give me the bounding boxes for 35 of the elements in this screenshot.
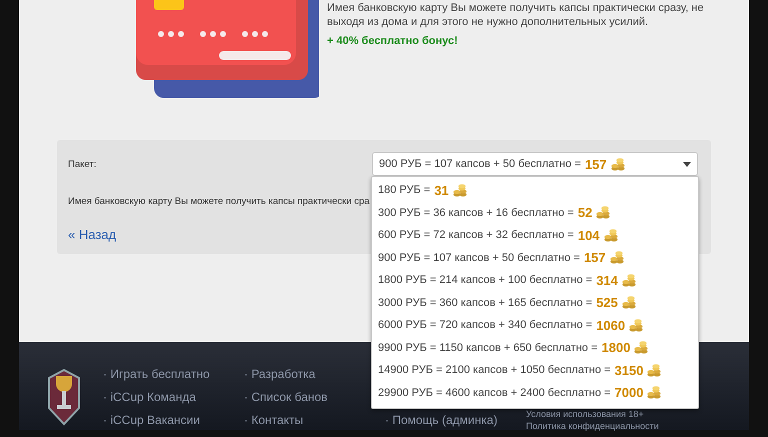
package-option[interactable]: 29900 РУБ = 4600 капсов + 2400 бесплатно = 7000 [372, 382, 698, 404]
legal-link[interactable]: Политика конфиденциальности [526, 421, 659, 431]
footer-link[interactable]: · Контакты [244, 412, 385, 428]
coins-icon [622, 274, 636, 287]
package-option[interactable]: 900 РУБ = 107 капсов + 50 бесплатно = 157 [372, 246, 698, 269]
coins-icon [610, 251, 624, 264]
coins-icon [596, 206, 610, 220]
coins-icon [629, 318, 644, 332]
package-option[interactable]: 180 РУБ = 31 [372, 179, 698, 202]
package-select[interactable]: 900 РУБ = 107 капсов + 50 бесплатно = 157 [372, 152, 698, 176]
caret-icon [683, 162, 691, 166]
footer-link[interactable]: · iCCup Команда [103, 389, 244, 405]
coins-icon [634, 341, 648, 354]
coins-icon [452, 184, 467, 197]
coins-icon [610, 158, 625, 170]
package-option[interactable]: 9900 РУБ = 1150 капсов + 650 бесплатно = 1800 [372, 336, 698, 359]
back-link[interactable]: « Назад [68, 227, 116, 242]
package-label: Пакет: [68, 158, 98, 170]
legal-link[interactable]: Условия использования 18+ [526, 409, 659, 419]
payment-note: Имея банковскую карту Вы можете получить капсы практически сра [68, 196, 371, 207]
package-option[interactable]: 3000 РУБ = 360 капсов + 165 бесплатно = 525 [372, 292, 698, 314]
bonus-text: + 40% бесплатно бонус! [327, 35, 459, 47]
package-option[interactable]: 6000 РУБ = 720 капсов + 340 бесплатно = 1060 [372, 314, 698, 336]
coins-icon [647, 386, 662, 400]
coins-icon [622, 296, 636, 310]
footer-link[interactable]: · Помощь (админка) [385, 412, 526, 428]
coins-icon [647, 364, 662, 377]
package-option[interactable]: 1800 РУБ = 214 капсов + 100 бесплатно = 314 [372, 269, 698, 292]
footer-link[interactable]: · iCCup Вакансии [103, 412, 244, 428]
package-option[interactable]: 600 РУБ = 72 капсов + 32 бесплатно = 104 [372, 224, 698, 246]
footer-link[interactable]: · Играть бесплатно [103, 366, 244, 382]
package-option[interactable]: 14900 РУБ = 2100 капсов + 1050 бесплатно = 3150 [372, 359, 698, 382]
package-option[interactable]: 300 РУБ = 36 капсов + 16 бесплатно = 52 [372, 202, 698, 224]
coins-icon [604, 228, 618, 242]
promo-description: Имея банковскую карту Вы можете получить капсы практически сразу, не выходя из дома и для этого не нужно дополнительных усилий. [327, 1, 705, 29]
